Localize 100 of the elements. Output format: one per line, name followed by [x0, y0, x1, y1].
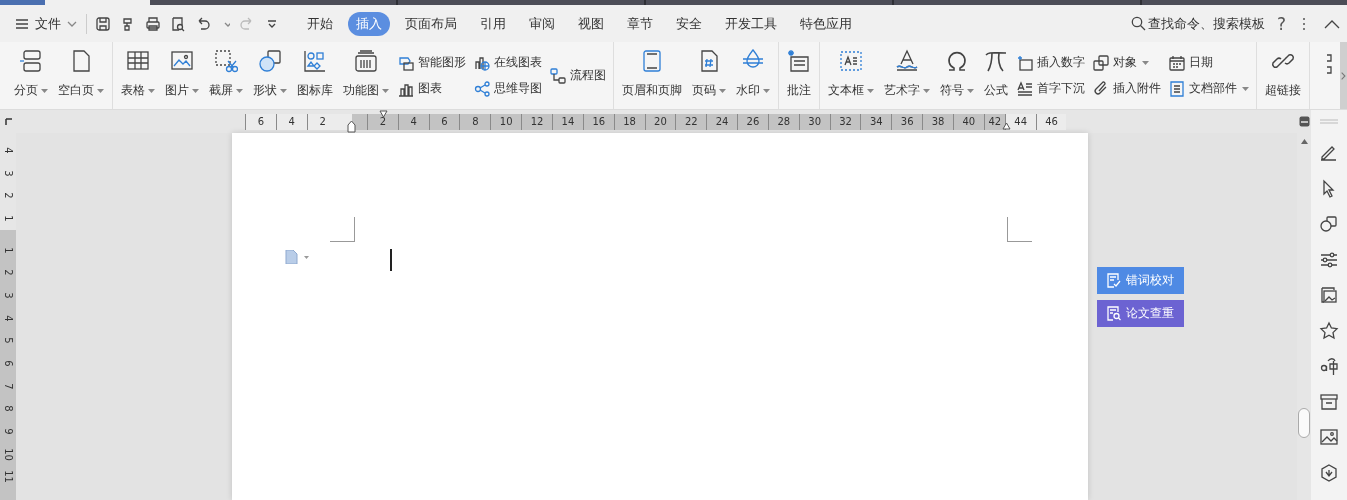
ruler-number: 34 — [869, 116, 883, 127]
ruler-number: 4 — [2, 147, 14, 154]
print-icon[interactable] — [145, 15, 161, 32]
table-icon — [126, 49, 150, 73]
tab-stop-icon — [4, 118, 12, 125]
ruler-number: 26 — [746, 116, 760, 127]
ribbon-button[interactable]: 图表 — [398, 79, 466, 98]
paperclip-icon — [1093, 80, 1109, 97]
shapes-icon[interactable] — [1319, 214, 1339, 234]
ribbon-button[interactable]: 公式 — [980, 42, 1012, 109]
menu-tab[interactable]: 开始 — [299, 11, 341, 36]
ribbon-button[interactable]: 智能图形 — [398, 53, 466, 72]
ruler-number: 10 — [499, 116, 513, 127]
ruler-number: 8 — [472, 116, 479, 127]
save-icon[interactable] — [95, 15, 111, 32]
ruler-number: 9 — [2, 428, 14, 435]
ruler-number: 18 — [623, 116, 636, 127]
ruler-number: 28 — [777, 116, 791, 127]
margin-corner-mark — [1007, 217, 1032, 242]
ruler-number: 10 — [2, 447, 14, 461]
ribbon-button[interactable]: 图标库 — [293, 42, 337, 109]
file-menu[interactable]: 文件 — [15, 10, 77, 37]
scissors-icon — [214, 49, 238, 73]
more-vertical-icon[interactable] — [1302, 15, 1306, 32]
calendar-icon — [1169, 54, 1185, 71]
ribbon-button[interactable]: 文本框 — [824, 42, 878, 109]
art-text-icon — [895, 49, 919, 73]
ruler-number: 2 — [2, 269, 14, 276]
ribbon-button[interactable]: 文档部件 — [1169, 79, 1249, 98]
ruler-number: 2 — [319, 116, 326, 127]
ribbon-button[interactable]: 艺术字 — [880, 42, 934, 109]
ruler-number: 6 — [257, 116, 265, 127]
ribbon-button[interactable]: 日期 — [1169, 53, 1249, 72]
ribbon-button[interactable]: 对象 — [1093, 53, 1161, 72]
ruler-toggle-icon[interactable] — [1298, 116, 1310, 127]
help-button[interactable]: ? — [1276, 13, 1286, 34]
scroll-up-icon[interactable] — [1300, 139, 1308, 144]
menu-tab[interactable]: 开发工具 — [717, 11, 785, 36]
scrollbar-thumb[interactable] — [1298, 408, 1310, 438]
ruler-number: 7 — [2, 383, 14, 390]
print-preview-icon[interactable] — [170, 15, 186, 32]
ribbon-button[interactable]: 思维导图 — [474, 79, 542, 98]
ruler-number: 1 — [2, 246, 14, 254]
shapes-icon — [258, 49, 282, 73]
ribbon-button[interactable]: 截屏 — [205, 42, 247, 109]
ribbon-button[interactable]: 首字下沉 — [1017, 79, 1085, 98]
comment-icon — [787, 49, 811, 73]
archive-icon[interactable] — [1319, 391, 1339, 412]
shield-icon[interactable] — [1319, 462, 1339, 483]
ribbon-button[interactable]: 分页 — [10, 42, 52, 109]
ribbon-button[interactable]: 插入数字 — [1017, 53, 1085, 72]
ribbon-button[interactable]: 符号 — [936, 42, 978, 109]
ruler-number: 6 — [441, 116, 448, 127]
menu-tab[interactable]: 特色应用 — [792, 11, 860, 36]
mind-map-icon — [474, 80, 490, 97]
shapes-grid-icon — [303, 49, 327, 73]
document-search-icon — [1107, 306, 1121, 321]
drag-handle-icon[interactable] — [1320, 119, 1338, 124]
ribbon-button[interactable]: 图片 — [161, 42, 203, 109]
menu-icon — [15, 17, 29, 30]
picture-icon[interactable] — [1319, 427, 1339, 447]
ruler-number: 14 — [561, 116, 575, 127]
gallery-icon[interactable] — [1319, 285, 1339, 305]
ribbon-button[interactable]: 在线图表 — [474, 53, 542, 72]
ruler-number: 32 — [839, 116, 852, 127]
side-panel-button[interactable]: 论文查重 — [1097, 300, 1184, 327]
ribbon-button[interactable]: 形状 — [249, 42, 291, 109]
ribbon-button[interactable]: 批注 — [783, 42, 815, 109]
ruler-number: 44 — [1014, 116, 1028, 127]
search-icon — [1130, 16, 1146, 31]
number-box-icon — [1017, 54, 1033, 71]
ribbon-button[interactable]: 空白页 — [54, 42, 108, 109]
ribbon-button[interactable]: 表格 — [117, 42, 159, 109]
ruler-number: 30 — [808, 116, 821, 127]
ruler-number: 1 — [2, 215, 14, 222]
drop-cap-icon — [1017, 80, 1033, 97]
ruler-number: 3 — [2, 169, 14, 177]
document-check-icon — [1107, 273, 1121, 288]
document-icon — [1169, 80, 1185, 97]
ribbon-button[interactable]: 功能图 — [339, 42, 393, 109]
collapse-icon[interactable] — [1324, 18, 1340, 29]
ribbon-button[interactable]: 插入附件 — [1093, 79, 1161, 98]
menu-tab[interactable]: 安全 — [668, 11, 710, 36]
menu-tab[interactable]: 章节 — [619, 11, 661, 36]
menu-tab[interactable]: 引用 — [472, 11, 514, 36]
ribbon-button[interactable]: 水印 — [732, 42, 774, 109]
ribbon-button[interactable]: 页码 — [688, 42, 730, 109]
ribbon-button[interactable]: 超链接 — [1261, 42, 1305, 109]
ruler-number: 6 — [2, 360, 14, 367]
menu-tab[interactable]: 视图 — [570, 11, 612, 36]
pi-icon — [984, 49, 1008, 73]
indent-marker[interactable] — [347, 118, 356, 133]
search-command-field[interactable]: 查找命令、搜索模板 — [1130, 14, 1265, 33]
ribbon-button[interactable]: 流程图 — [550, 66, 606, 85]
menu-tab[interactable]: 审阅 — [521, 11, 563, 36]
translate-icon[interactable] — [1319, 356, 1339, 376]
menu-tab[interactable]: 页面布局 — [397, 11, 465, 36]
indent-marker[interactable] — [1002, 121, 1011, 130]
star-icon[interactable] — [1319, 320, 1339, 341]
ribbon-button[interactable]: 页眉和页脚 — [618, 42, 686, 109]
